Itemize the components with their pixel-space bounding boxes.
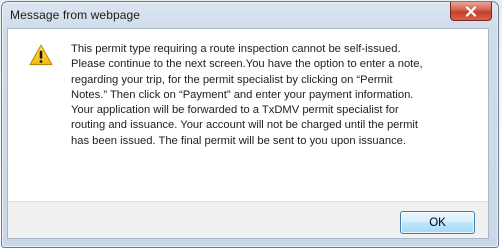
window-title: Message from webpage <box>10 8 141 22</box>
close-button[interactable] <box>450 2 492 21</box>
close-icon <box>465 5 477 17</box>
dialog-message: This permit type requiring a route inspe… <box>71 43 423 147</box>
warning-icon <box>29 44 53 66</box>
title-bar[interactable]: Message from webpage <box>2 2 498 30</box>
ok-button[interactable]: OK <box>400 211 475 234</box>
